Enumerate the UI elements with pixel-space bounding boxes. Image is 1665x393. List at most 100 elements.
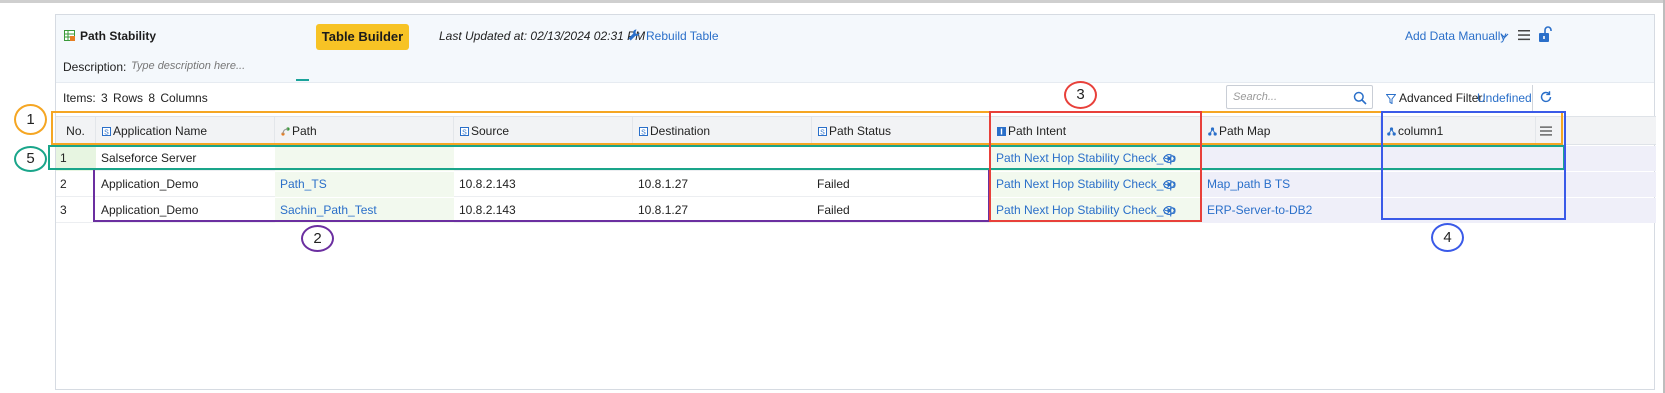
title-row: Path Stability Table Builder Last Update… [56, 15, 1654, 55]
cell-destination[interactable] [633, 146, 812, 171]
cell-no: 1 [56, 146, 96, 171]
column-header-column1[interactable]: column1 [1381, 117, 1536, 145]
search-input[interactable]: Search... [1226, 85, 1373, 109]
svg-text:S: S [462, 129, 467, 136]
intent-type-icon [997, 127, 1006, 136]
column-header-no[interactable]: No. [56, 117, 96, 145]
cell-source[interactable]: 10.8.2.143 [454, 198, 633, 223]
last-updated-text: Last Updated at: 02/13/2024 02:31 PM [439, 29, 646, 43]
string-type-icon: S [639, 127, 648, 136]
cell-path-status[interactable]: Failed [812, 172, 991, 197]
annotation-marker-1: 1 [14, 104, 47, 135]
string-type-icon: S [460, 127, 469, 136]
column-header-source[interactable]: S Source [454, 117, 633, 145]
column-label: Destination [650, 124, 711, 138]
cell-path[interactable] [275, 146, 454, 171]
description-input[interactable]: Type description here... [131, 60, 245, 72]
search-placeholder: Search... [1233, 91, 1278, 103]
column-header-path[interactable]: Path [275, 117, 454, 145]
eye-icon[interactable] [1163, 180, 1175, 189]
search-icon[interactable] [1353, 91, 1367, 105]
annotation-marker-5: 5 [14, 146, 47, 172]
advanced-filter-label: Advanced Filter: [1399, 91, 1486, 105]
filter-icon[interactable] [1386, 94, 1396, 104]
column-label: Application Name [113, 124, 208, 138]
cell-path-status[interactable] [812, 146, 991, 171]
cell-path-map[interactable]: Map_path B TS [1202, 172, 1381, 197]
chevron-down-icon[interactable] [1500, 31, 1509, 40]
column-header-application-name[interactable]: S Application Name [96, 117, 275, 145]
cell-source[interactable] [454, 146, 633, 171]
cell-destination[interactable]: 10.8.1.27 [633, 198, 812, 223]
unlock-icon[interactable] [1538, 25, 1552, 43]
toolbar-divider [1532, 85, 1533, 111]
cell-application-name[interactable]: Application_Demo [96, 172, 275, 197]
path-link[interactable]: Path_TS [280, 177, 327, 191]
cell-path[interactable]: Path_TS [275, 172, 454, 197]
column-header-path-status[interactable]: S Path Status [812, 117, 991, 145]
path-intent-link[interactable]: Path Next Hop Stability Check_sp [996, 203, 1176, 217]
path-intent-link[interactable]: Path Next Hop Stability Check_sp [996, 151, 1176, 165]
column-label: Path Status [829, 124, 892, 138]
cell-path-status[interactable]: Failed [812, 198, 991, 223]
cell-column1[interactable] [1381, 146, 1656, 171]
rows-count: 3 Rows [101, 91, 144, 105]
column-header-path-intent[interactable]: Path Intent [991, 117, 1202, 145]
hamburger-menu-icon[interactable] [1517, 28, 1531, 42]
cell-no: 3 [60, 203, 67, 217]
cell-source[interactable]: 10.8.2.143 [454, 172, 633, 197]
annotation-marker-2: 2 [301, 225, 334, 252]
cell-no: 2 [60, 177, 67, 191]
advanced-filter-value[interactable]: Undefined [1477, 91, 1532, 105]
path-map-link[interactable]: Map_path B TS [1207, 177, 1290, 191]
table-panel: Path Stability Table Builder Last Update… [55, 14, 1656, 390]
column-label: No. [66, 124, 85, 138]
map-type-icon [1387, 127, 1396, 136]
cell-path[interactable]: Sachin_Path_Test [275, 198, 454, 223]
active-tab-indicator [296, 79, 309, 81]
svg-text:S: S [820, 129, 825, 136]
panel-header: Path Stability Table Builder Last Update… [56, 15, 1654, 83]
path-intent-link[interactable]: Path Next Hop Stability Check_sp [996, 177, 1176, 191]
table-builder-button[interactable]: Table Builder [316, 24, 409, 50]
map-type-icon [1208, 127, 1217, 136]
table-row[interactable]: 1 Salseforce Server Path Next Hop Stabil… [56, 146, 1656, 171]
string-type-icon: S [102, 127, 111, 136]
cell-path-map[interactable]: ERP-Server-to-DB2 [1202, 198, 1381, 223]
cell-column1[interactable] [1381, 172, 1656, 197]
window-top-border [0, 0, 1665, 3]
svg-text:S: S [641, 129, 646, 136]
cell-application-name[interactable]: Salseforce Server [96, 146, 275, 171]
column-label: Path Map [1219, 124, 1271, 138]
add-data-manually-dropdown[interactable]: Add Data Manually [1405, 29, 1506, 43]
items-label: Items: [63, 91, 96, 105]
column-label: Source [471, 124, 510, 138]
path-map-link[interactable]: ERP-Server-to-DB2 [1207, 203, 1312, 217]
table-row[interactable]: 3 Application_Demo Sachin_Path_Test 10.8… [56, 198, 1656, 223]
string-type-icon: S [818, 127, 827, 136]
description-label: Description: [63, 60, 127, 74]
column-label: Path Intent [1008, 124, 1067, 138]
table-header-row: No. S Application Name Path S Source S Dest… [56, 116, 1656, 145]
rebuild-table-link[interactable]: Rebuild Table [646, 29, 719, 43]
table-row[interactable]: 2 Application_Demo Path_TS 10.8.2.143 10… [56, 172, 1656, 197]
page-title: Path Stability [80, 29, 157, 43]
column-header-destination[interactable]: S Destination [633, 117, 812, 145]
column-menu-icon[interactable] [1540, 125, 1552, 137]
cell-path-map[interactable] [1202, 146, 1381, 171]
svg-text:S: S [104, 129, 109, 136]
column-label: column1 [1398, 124, 1444, 138]
cell-column1[interactable] [1381, 198, 1656, 223]
cell-destination[interactable]: 10.8.1.27 [633, 172, 812, 197]
path-link[interactable]: Sachin_Path_Test [280, 203, 377, 217]
eye-icon[interactable] [1163, 206, 1175, 215]
column-label: Path [292, 124, 317, 138]
eye-icon[interactable] [1163, 154, 1175, 163]
columns-count: 8 Columns [148, 91, 208, 105]
cell-application-name[interactable]: Application_Demo [96, 198, 275, 223]
refresh-icon[interactable] [1539, 90, 1553, 104]
annotation-marker-4: 4 [1431, 223, 1464, 252]
column-header-path-map[interactable]: Path Map [1202, 117, 1381, 145]
wrench-icon[interactable] [627, 28, 641, 42]
table-icon [64, 30, 75, 41]
